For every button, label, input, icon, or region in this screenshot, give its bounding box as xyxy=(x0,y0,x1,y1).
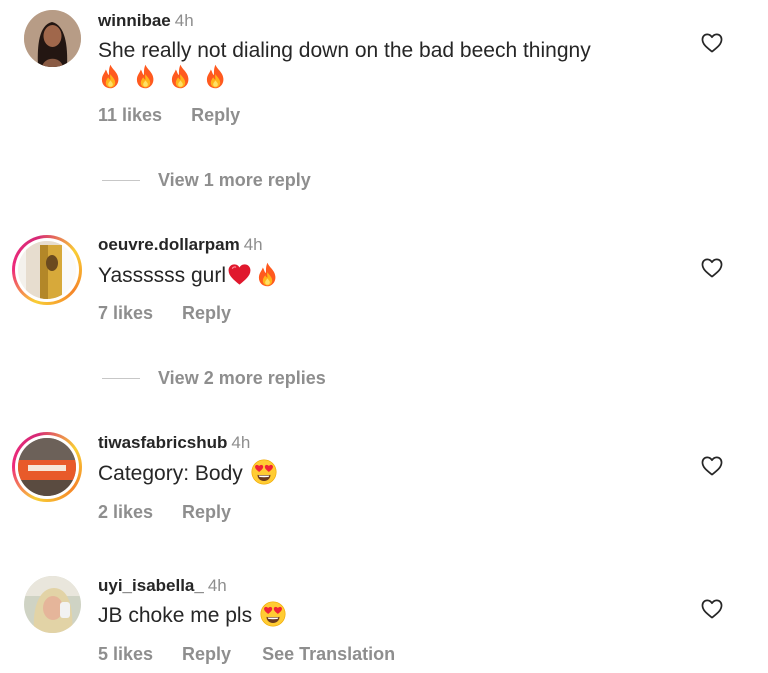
comment-actions: 11 likes Reply xyxy=(98,104,240,126)
timestamp: 4h xyxy=(207,576,227,595)
comment-actions: 7 likes Reply xyxy=(98,302,231,324)
comment-header: winnibae 4h xyxy=(98,11,194,31)
view-replies-label[interactable]: View 1 more reply xyxy=(158,169,311,191)
avatar-image xyxy=(18,438,76,496)
likes-count[interactable]: 2 likes xyxy=(98,502,153,522)
comment-header: uyi_isabella_ 4h xyxy=(98,576,227,596)
fire-emoji xyxy=(255,262,280,287)
avatar-ring xyxy=(15,238,79,302)
like-heart-icon[interactable] xyxy=(701,258,723,278)
comment-emoji-line xyxy=(98,64,228,92)
reply-button[interactable]: Reply xyxy=(182,303,231,323)
view-replies-toggle[interactable]: View 2 more replies xyxy=(102,367,502,389)
view-replies-toggle[interactable]: View 1 more reply xyxy=(102,169,502,191)
reply-button[interactable]: Reply xyxy=(191,105,240,125)
divider-line xyxy=(102,378,140,379)
fire-emoji xyxy=(203,64,228,89)
username-link[interactable]: winnibae xyxy=(98,11,171,30)
reply-button[interactable]: Reply xyxy=(182,502,231,522)
likes-count[interactable]: 5 likes xyxy=(98,644,153,664)
comment-header: oeuvre.dollarpam 4h xyxy=(98,235,263,255)
comment-body: She really not dialing down on the bad b… xyxy=(98,39,591,62)
avatar-image xyxy=(18,241,76,299)
comment-body: Category: Body xyxy=(98,462,243,485)
avatar-image xyxy=(24,576,81,633)
avatar[interactable] xyxy=(12,235,82,305)
timestamp: 4h xyxy=(243,235,263,254)
comment-text: Yassssss gurl xyxy=(98,262,280,290)
username-link[interactable]: oeuvre.dollarpam xyxy=(98,235,240,254)
avatar-image xyxy=(24,10,81,67)
fire-emoji xyxy=(98,64,123,89)
comment-text: JB choke me pls xyxy=(98,602,286,630)
reply-button[interactable]: Reply xyxy=(182,644,231,664)
heart-eyes-emoji xyxy=(251,459,277,485)
comment-actions: 2 likes Reply xyxy=(98,501,231,523)
comment-header: tiwasfabricshub 4h xyxy=(98,433,250,453)
like-heart-icon[interactable] xyxy=(701,33,723,53)
avatar[interactable] xyxy=(24,10,81,67)
comment-actions: 5 likes Reply See Translation xyxy=(98,643,395,665)
username-link[interactable]: uyi_isabella_ xyxy=(98,576,204,595)
heart-eyes-emoji xyxy=(260,601,286,627)
timestamp: 4h xyxy=(231,433,251,452)
divider-line xyxy=(102,180,140,181)
fire-emoji xyxy=(168,64,193,89)
avatar[interactable] xyxy=(12,432,82,502)
fire-emoji xyxy=(133,64,158,89)
comment-text: She really not dialing down on the bad b… xyxy=(98,37,591,65)
likes-count[interactable]: 7 likes xyxy=(98,303,153,323)
username-link[interactable]: tiwasfabricshub xyxy=(98,433,227,452)
see-translation-button[interactable]: See Translation xyxy=(262,644,395,664)
comment-body: JB choke me pls xyxy=(98,604,253,627)
red-heart-emoji xyxy=(227,262,252,287)
likes-count[interactable]: 11 likes xyxy=(98,105,162,125)
avatar[interactable] xyxy=(24,576,81,633)
comment-body: Yassssss gurl xyxy=(98,264,226,287)
comment-text: Category: Body xyxy=(98,460,277,488)
view-replies-label[interactable]: View 2 more replies xyxy=(158,367,326,389)
avatar-ring xyxy=(15,435,79,499)
timestamp: 4h xyxy=(174,11,194,30)
like-heart-icon[interactable] xyxy=(701,456,723,476)
like-heart-icon[interactable] xyxy=(701,599,723,619)
